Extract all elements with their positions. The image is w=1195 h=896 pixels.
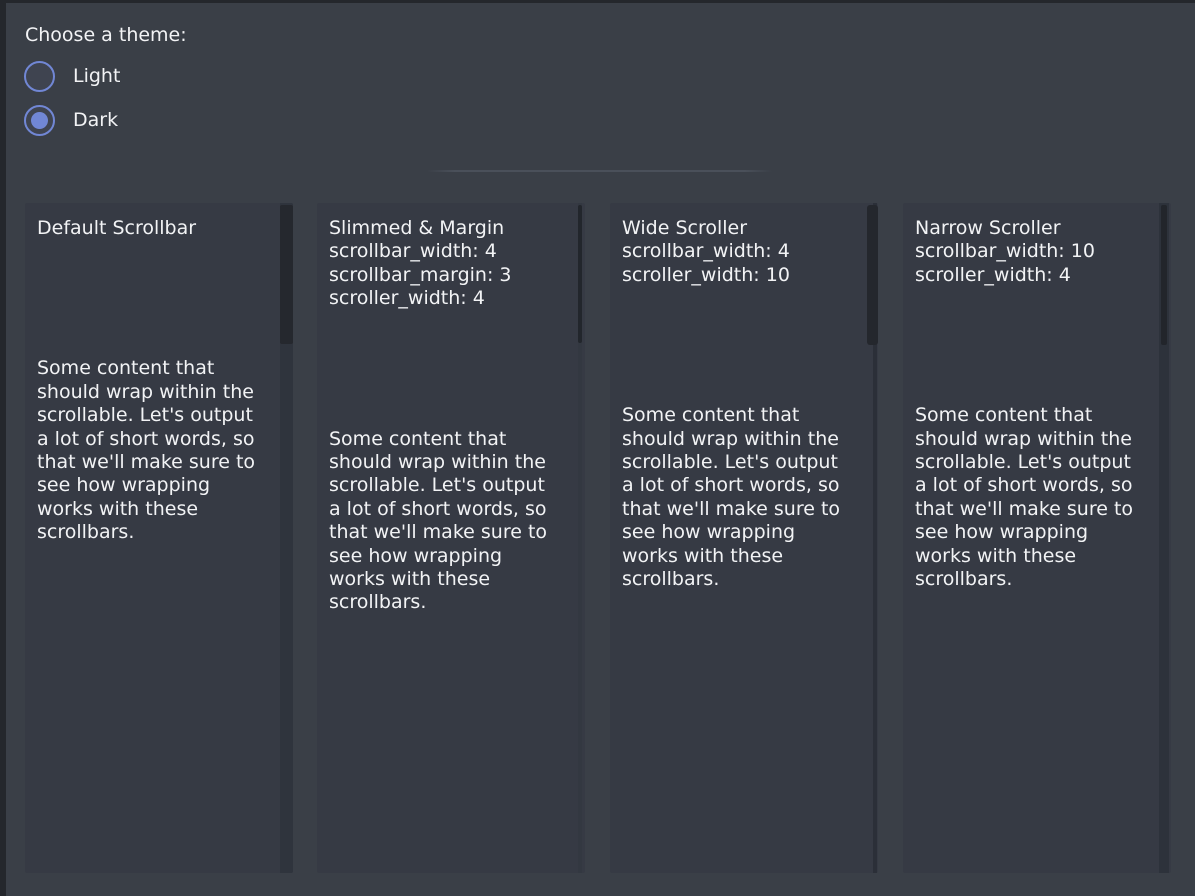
scroll-panel-slimmed-margin[interactable]: Slimmed & Margin scrollbar_width: 4 scro…: [317, 203, 585, 873]
radio-option-dark[interactable]: Dark: [24, 104, 118, 136]
panel-content: Wide Scroller scrollbar_width: 4 scrolle…: [610, 203, 878, 873]
scroll-panel-narrow-scroller[interactable]: Narrow Scroller scrollbar_width: 10 scro…: [903, 203, 1171, 873]
scrollbar-thumb[interactable]: [280, 205, 293, 344]
scroll-panel-default[interactable]: Default Scrollbar Some content that shou…: [25, 203, 293, 873]
app-window: Choose a theme: Light Dark Default Scrol…: [0, 0, 1195, 896]
panel-params: scrollbar_width: 4 scroller_width: 10: [622, 240, 854, 287]
section-divider: [427, 170, 772, 172]
panel-body-text: Some content that should wrap within the…: [329, 428, 561, 615]
radio-circle-light-icon[interactable]: [24, 61, 55, 92]
scrollbar-thumb[interactable]: [867, 205, 878, 345]
scroll-panel-wide-scroller[interactable]: Wide Scroller scrollbar_width: 4 scrolle…: [610, 203, 878, 873]
panel-body-text: Some content that should wrap within the…: [37, 357, 269, 544]
panel-body-text: Some content that should wrap within the…: [622, 404, 854, 591]
scrollbar-thumb[interactable]: [1161, 205, 1167, 345]
radio-dot: [31, 112, 48, 129]
panel-title: Default Scrollbar: [37, 217, 269, 240]
theme-chooser-label: Choose a theme:: [25, 24, 187, 47]
panel-body-text: Some content that should wrap within the…: [915, 404, 1147, 591]
radio-label-dark[interactable]: Dark: [73, 109, 118, 131]
window-left-edge: [0, 0, 6, 896]
radio-circle-dark-icon[interactable]: [24, 105, 55, 136]
radio-label-light[interactable]: Light: [73, 65, 120, 87]
panel-content: Narrow Scroller scrollbar_width: 10 scro…: [903, 203, 1171, 873]
radio-option-light[interactable]: Light: [24, 60, 120, 92]
window-top-edge: [0, 0, 1195, 3]
panel-title: Wide Scroller: [622, 217, 854, 240]
panel-content: Default Scrollbar Some content that shou…: [25, 203, 293, 873]
panel-title: Slimmed & Margin: [329, 217, 561, 240]
panel-params: scrollbar_width: 4 scrollbar_margin: 3 s…: [329, 240, 561, 310]
scrollbar-thumb[interactable]: [578, 205, 582, 343]
panel-title: Narrow Scroller: [915, 217, 1147, 240]
panel-content: Slimmed & Margin scrollbar_width: 4 scro…: [317, 203, 585, 873]
panel-params: scrollbar_width: 10 scroller_width: 4: [915, 240, 1147, 287]
